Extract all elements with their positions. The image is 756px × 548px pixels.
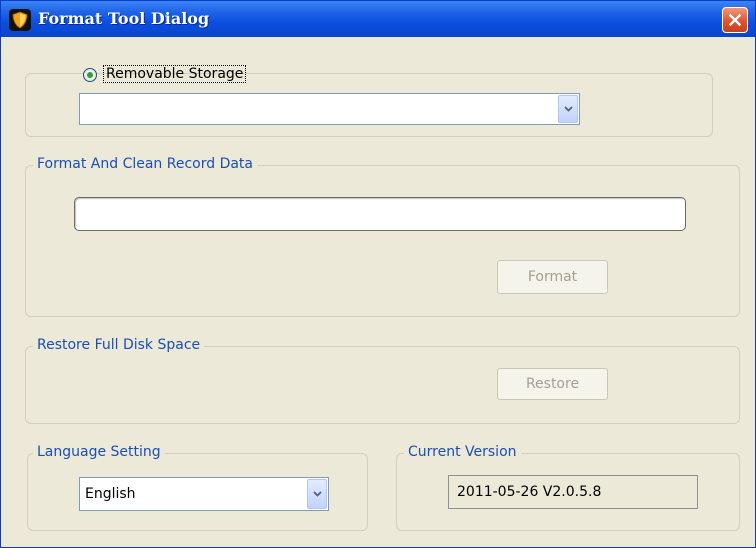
chevron-down-icon (313, 491, 322, 497)
restore-button[interactable]: Restore (497, 368, 608, 400)
language-group-legend: Language Setting (33, 444, 165, 460)
restore-group-legend: Restore Full Disk Space (33, 337, 205, 353)
shield-icon (9, 9, 31, 31)
restore-group (25, 346, 740, 424)
format-record-field[interactable] (74, 197, 686, 231)
language-dropdown-button[interactable] (307, 479, 327, 509)
format-tool-dialog: Format Tool Dialog Removable Storage For… (0, 0, 756, 548)
format-group (25, 165, 740, 317)
storage-device-select[interactable] (79, 93, 580, 125)
language-value: English (85, 486, 136, 502)
current-version-value: 2011-05-26 V2.0.5.8 (448, 475, 698, 509)
removable-storage-radio[interactable] (83, 68, 97, 82)
format-button[interactable]: Format (497, 260, 608, 294)
close-icon (729, 14, 741, 26)
language-select[interactable]: English (79, 477, 329, 511)
storage-dropdown-button[interactable] (558, 95, 578, 123)
removable-storage-label[interactable]: Removable Storage (103, 65, 247, 83)
window-title: Format Tool Dialog (38, 9, 210, 28)
title-bar[interactable]: Format Tool Dialog (1, 1, 755, 37)
format-group-legend: Format And Clean Record Data (33, 156, 258, 172)
version-group-legend: Current Version (404, 444, 521, 460)
close-button[interactable] (722, 7, 748, 33)
chevron-down-icon (564, 106, 573, 112)
